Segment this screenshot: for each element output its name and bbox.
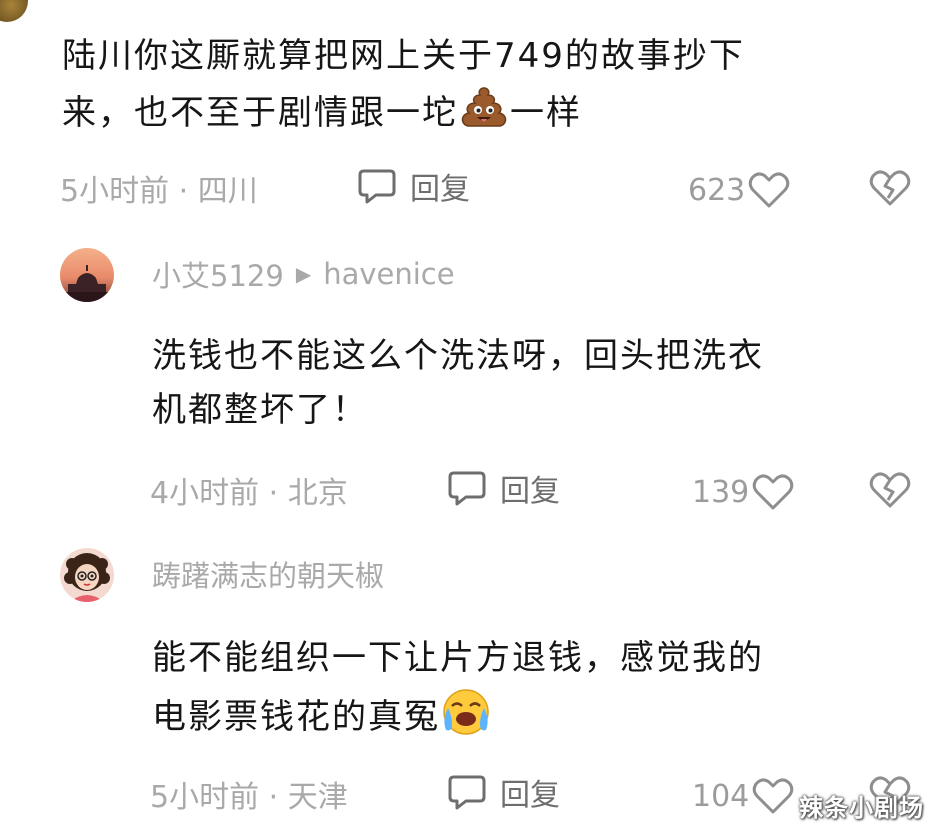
reply-header: 小艾5129 ▶ havenice	[152, 254, 455, 294]
crying-face-emoji	[440, 686, 492, 751]
reply-label: 回复	[500, 474, 560, 509]
poop-emoji	[458, 84, 510, 145]
avatar[interactable]	[0, 0, 28, 22]
comment-meta: 4小时前 · 北京	[150, 476, 348, 511]
reply-button[interactable]: 回复	[446, 466, 560, 510]
comment-text-line: 能不能组织一下让片方退钱，感觉我的	[152, 638, 764, 678]
comment-text-line: 洗钱也不能这么个洗法呀，回头把洗衣	[152, 336, 764, 376]
avatar[interactable]	[60, 548, 114, 602]
comment-text-line: 机都整坏了！	[152, 390, 368, 430]
reply-button[interactable]: 回复	[446, 770, 560, 814]
triangle-right-icon: ▶	[295, 262, 312, 286]
comment-text-line: 来，也不至于剧情跟一坨 一样	[62, 84, 582, 145]
reply-header: 踌躇满志的朝天椒	[152, 554, 384, 594]
comment-text: 来，也不至于剧情跟一坨	[62, 93, 458, 133]
username[interactable]: 踌躇满志的朝天椒	[152, 553, 384, 595]
comment-bubble-icon	[358, 169, 396, 204]
like-button[interactable]: 104	[692, 774, 795, 818]
comment-bubble-icon	[448, 471, 486, 506]
comment-meta: 5小时前 · 天津	[150, 780, 348, 815]
comment-text: 电影票钱花的真冤	[152, 697, 440, 737]
broken-heart-icon[interactable]	[868, 470, 912, 510]
watermark: 辣条小剧场	[799, 794, 924, 822]
reply-button[interactable]: 回复	[356, 164, 470, 208]
reply-to-username[interactable]: havenice	[323, 257, 454, 291]
comment-bubble-icon	[448, 775, 486, 810]
like-count: 139	[692, 474, 750, 510]
username[interactable]: 小艾5129	[152, 253, 284, 295]
comment-text-line: 电影票钱花的真冤	[152, 686, 492, 751]
heart-icon	[753, 474, 794, 510]
comment-text-line: 陆川你这厮就算把网上关于749的故事抄下	[62, 36, 745, 76]
avatar[interactable]	[60, 248, 114, 302]
heart-icon	[749, 172, 790, 208]
comment-text: 一样	[510, 93, 582, 133]
like-count: 623	[688, 172, 746, 208]
broken-heart-icon[interactable]	[868, 168, 912, 208]
like-count: 104	[692, 778, 750, 814]
like-button[interactable]: 139	[692, 470, 795, 514]
reply-label: 回复	[410, 172, 470, 207]
heart-icon	[753, 778, 794, 814]
comment-meta: 5小时前 · 四川	[60, 174, 258, 209]
reply-label: 回复	[500, 778, 560, 813]
like-button[interactable]: 623	[688, 168, 791, 212]
